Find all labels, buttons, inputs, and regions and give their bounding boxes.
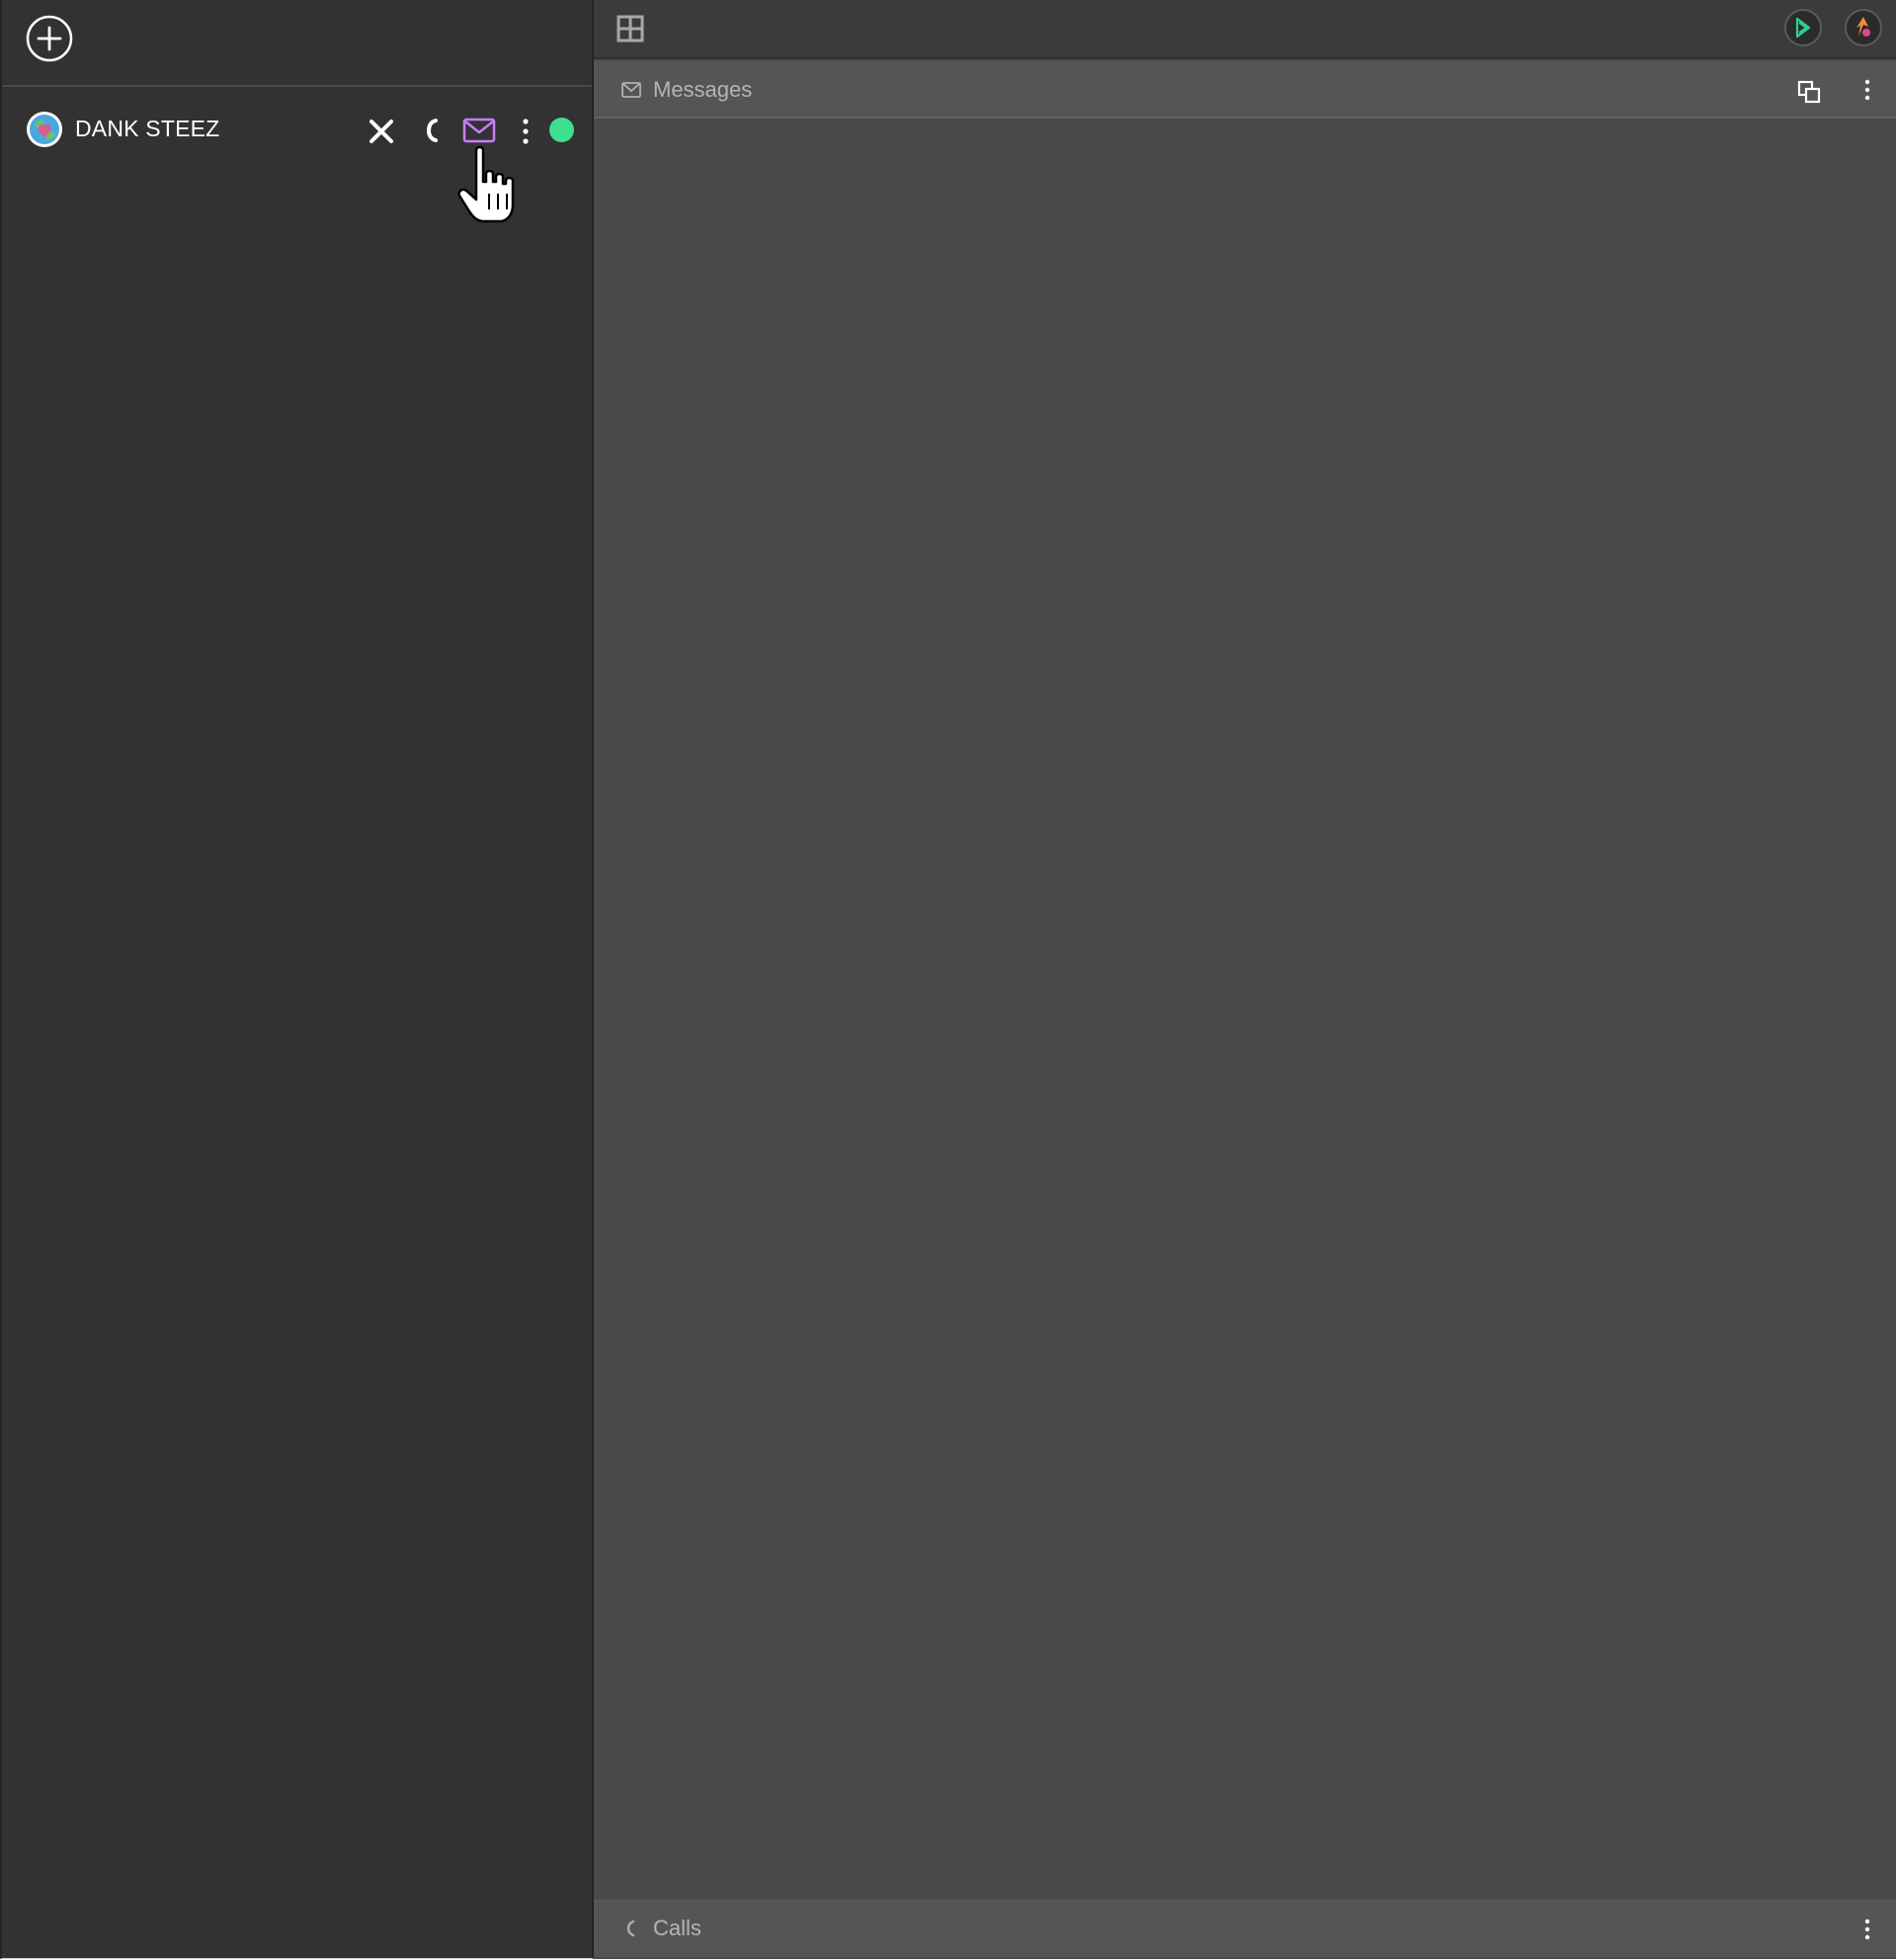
call-button[interactable] [424, 117, 440, 144]
messages-panel-title: Messages [653, 77, 753, 102]
sidebar-header [2, 0, 592, 87]
more-vertical-icon [523, 119, 529, 144]
messages-panel-body [594, 119, 1896, 1900]
add-account-button[interactable] [26, 15, 73, 62]
messages-panel-header: Messages [594, 61, 1896, 119]
workspace-avatar-green[interactable] [1784, 9, 1822, 46]
workspace-avatar-orange[interactable] [1845, 9, 1882, 46]
account-more-button[interactable] [518, 117, 534, 146]
messages-button[interactable] [462, 118, 496, 143]
popout-icon[interactable] [1797, 80, 1821, 104]
account-avatar-icon [27, 112, 62, 147]
main-panel: Messages Calls [594, 0, 1896, 1959]
status-online-indicator [549, 118, 574, 142]
account-name: DANK STEEZ [75, 116, 220, 141]
close-icon [370, 120, 393, 143]
plus-circle-icon [26, 15, 73, 62]
top-bar [594, 0, 1896, 59]
main-area: Messages Calls [594, 0, 1896, 1960]
green-logo-avatar-icon [1795, 17, 1811, 39]
hand-pointer-cursor-icon [457, 145, 515, 223]
calls-panel-header[interactable]: Calls [594, 1900, 1896, 1957]
phone-icon [426, 119, 438, 142]
app-window: DANK STEEZ Messages Calls [0, 0, 1896, 1960]
orange-logo-avatar-icon [1856, 17, 1870, 37]
more-vertical-icon[interactable] [1861, 79, 1873, 101]
envelope-icon [621, 82, 641, 98]
calls-panel-title: Calls [653, 1916, 701, 1940]
more-vertical-icon[interactable] [1861, 1919, 1873, 1940]
sidebar: DANK STEEZ [0, 0, 594, 1959]
close-button[interactable] [367, 117, 396, 146]
grid-layout-icon[interactable] [617, 15, 644, 42]
envelope-icon [462, 118, 496, 143]
phone-icon [626, 1919, 635, 1937]
